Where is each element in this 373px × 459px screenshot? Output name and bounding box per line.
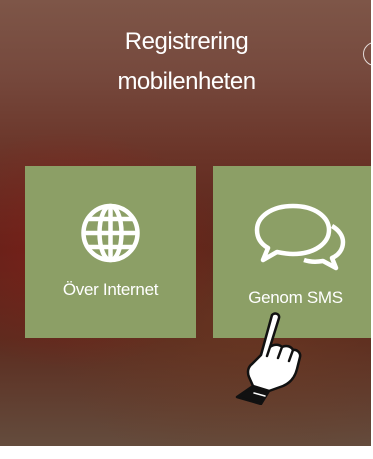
over-internet-tile[interactable]: Över Internet (25, 166, 196, 338)
page-title-line-1: Registrering (124, 28, 249, 55)
bottom-edge (0, 446, 373, 459)
chat-bubbles-icon (254, 203, 346, 271)
globe-icon (81, 203, 140, 263)
page-title: Registrering mobilenheten (0, 22, 373, 102)
pointing-hand-icon (235, 312, 302, 405)
over-internet-label: Över Internet (62, 280, 159, 299)
page-title-line-2: mobilenheten (117, 68, 256, 95)
registration-screen: Registrering mobilenheten Över Internet … (0, 0, 373, 459)
